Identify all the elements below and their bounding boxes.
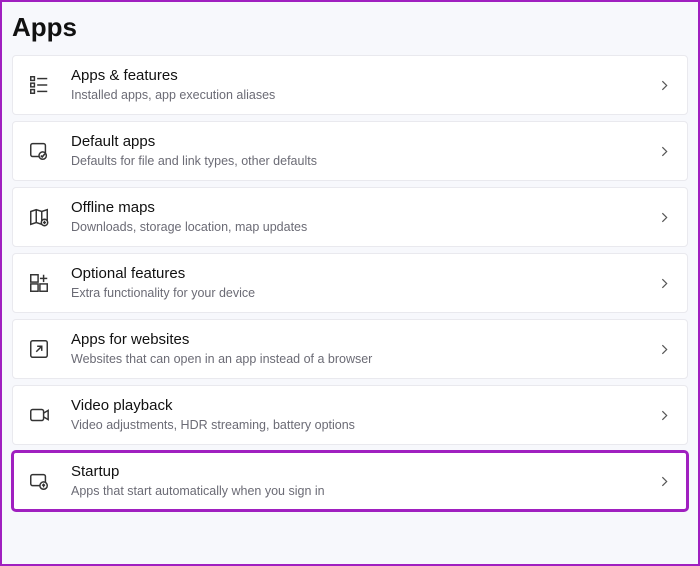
item-text: Apps & features Installed apps, app exec…	[71, 66, 646, 104]
apps-websites-icon	[27, 337, 51, 361]
chevron-right-icon	[658, 277, 671, 290]
chevron-right-icon	[658, 409, 671, 422]
chevron-right-icon	[658, 211, 671, 224]
item-title: Default apps	[71, 132, 646, 152]
item-text: Startup Apps that start automatically wh…	[71, 462, 646, 500]
settings-list: Apps & features Installed apps, app exec…	[2, 55, 698, 511]
item-subtitle: Defaults for file and link types, other …	[71, 153, 646, 171]
item-title: Startup	[71, 462, 646, 482]
item-title: Offline maps	[71, 198, 646, 218]
settings-item-offline-maps[interactable]: Offline maps Downloads, storage location…	[12, 187, 688, 247]
page-title: Apps	[2, 2, 698, 55]
item-title: Optional features	[71, 264, 646, 284]
item-title: Apps & features	[71, 66, 646, 86]
item-subtitle: Downloads, storage location, map updates	[71, 219, 646, 237]
offline-maps-icon	[27, 205, 51, 229]
settings-item-apps-features[interactable]: Apps & features Installed apps, app exec…	[12, 55, 688, 115]
settings-item-default-apps[interactable]: Default apps Defaults for file and link …	[12, 121, 688, 181]
item-subtitle: Extra functionality for your device	[71, 285, 646, 303]
chevron-right-icon	[658, 343, 671, 356]
item-subtitle: Apps that start automatically when you s…	[71, 483, 646, 501]
optional-features-icon	[27, 271, 51, 295]
settings-item-apps-websites[interactable]: Apps for websites Websites that can open…	[12, 319, 688, 379]
chevron-right-icon	[658, 145, 671, 158]
item-text: Default apps Defaults for file and link …	[71, 132, 646, 170]
settings-item-startup[interactable]: Startup Apps that start automatically wh…	[12, 451, 688, 511]
chevron-right-icon	[658, 475, 671, 488]
item-text: Offline maps Downloads, storage location…	[71, 198, 646, 236]
item-title: Apps for websites	[71, 330, 646, 350]
item-subtitle: Video adjustments, HDR streaming, batter…	[71, 417, 646, 435]
default-apps-icon	[27, 139, 51, 163]
item-text: Apps for websites Websites that can open…	[71, 330, 646, 368]
video-playback-icon	[27, 403, 51, 427]
settings-item-video-playback[interactable]: Video playback Video adjustments, HDR st…	[12, 385, 688, 445]
item-subtitle: Installed apps, app execution aliases	[71, 87, 646, 105]
item-text: Optional features Extra functionality fo…	[71, 264, 646, 302]
chevron-right-icon	[658, 79, 671, 92]
settings-item-optional-features[interactable]: Optional features Extra functionality fo…	[12, 253, 688, 313]
item-text: Video playback Video adjustments, HDR st…	[71, 396, 646, 434]
apps-features-icon	[27, 73, 51, 97]
startup-icon	[27, 469, 51, 493]
item-subtitle: Websites that can open in an app instead…	[71, 351, 646, 369]
item-title: Video playback	[71, 396, 646, 416]
